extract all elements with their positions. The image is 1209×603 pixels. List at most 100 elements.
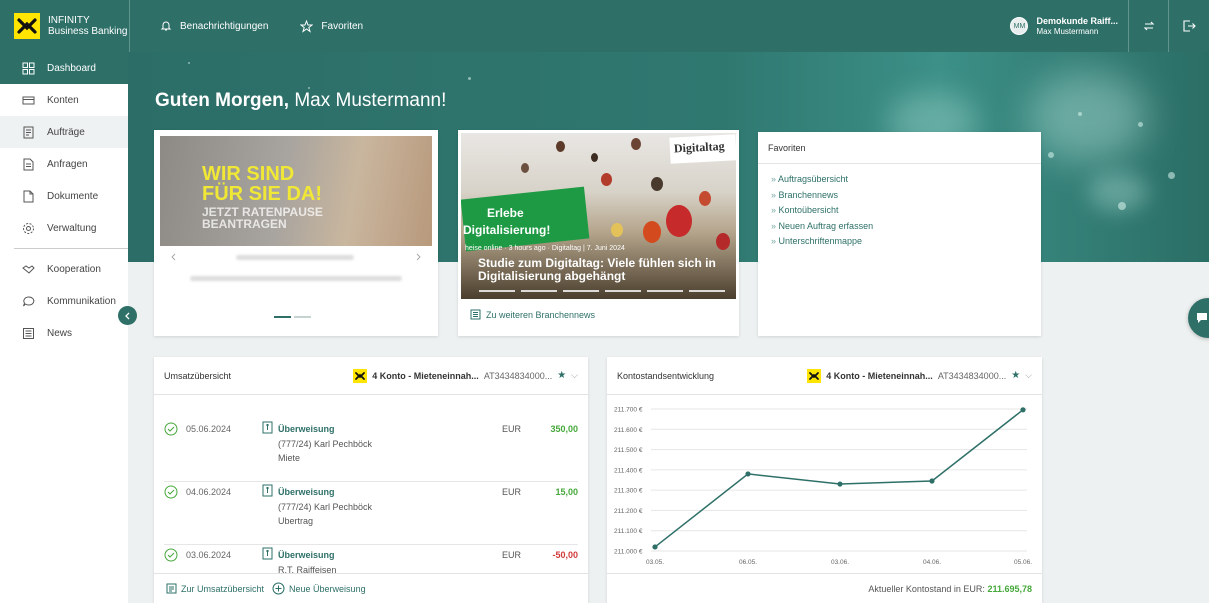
account-selector[interactable]: 4 Konto - Mieteneinnah... AT3434834000..… — [353, 368, 578, 383]
check-circle-icon — [164, 422, 178, 436]
favorites-link[interactable]: Favoriten — [300, 19, 363, 33]
data-point[interactable] — [745, 471, 751, 477]
carousel-next-icon[interactable] — [414, 252, 422, 262]
carousel-dots[interactable] — [274, 316, 311, 318]
sidebar-item-kooperation[interactable]: Kooperation — [0, 253, 128, 285]
promo-line1: WIR SIND — [202, 163, 295, 185]
carousel-dot[interactable] — [274, 316, 291, 318]
favorite-link[interactable]: Branchennews — [771, 188, 1041, 204]
tx-description: (777/24) Karl Pechböck — [278, 439, 373, 449]
user-menu[interactable]: MM Demokunde Raiff... Max Mustermann — [1010, 0, 1129, 52]
account-selector[interactable]: 4 Konto - Mieteneinnah... AT3434834000..… — [807, 368, 1032, 383]
list-icon — [166, 583, 177, 594]
chevron-down-icon[interactable]: ⌵ — [571, 370, 578, 381]
sidebar-collapse-button[interactable] — [118, 306, 137, 325]
x-tick-label: 05.06. — [1014, 559, 1032, 566]
news-meta: heise online · 3 hours ago · Digitaltag … — [465, 245, 625, 252]
sidebar-item-anfragen[interactable]: Anfragen — [0, 148, 128, 180]
star-icon[interactable]: ★ — [557, 370, 566, 381]
brand-line1: INFINITY — [48, 15, 90, 26]
check-circle-icon — [164, 548, 178, 562]
x-tick-label: 04.06. — [923, 559, 941, 566]
tx-description: (777/24) Karl Pechböck — [278, 502, 373, 512]
star-icon[interactable]: ★ — [1011, 370, 1020, 381]
news-title[interactable]: Studie zum Digitaltag: Viele fühlen sich… — [478, 257, 728, 283]
promo-image[interactable]: WIR SIND FÜR SIE DA! JETZT RATENPAUSE BE… — [160, 136, 432, 246]
banner-line2: Digitalisierung! — [463, 223, 551, 237]
favorite-link[interactable]: Auftragsübersicht — [771, 172, 1041, 188]
promo-line2: FÜR SIE DA! — [202, 183, 322, 205]
data-point[interactable] — [837, 481, 843, 487]
tx-currency: EUR — [502, 424, 522, 434]
favorite-link[interactable]: Neuen Auftrag erfassen — [771, 219, 1041, 235]
favorite-link[interactable]: Unterschriftenmappe — [771, 234, 1041, 250]
sidebar-item-label: Dokumente — [47, 190, 99, 202]
more-news-link[interactable]: Zu weiteren Branchennews — [470, 309, 595, 320]
bell-icon — [160, 21, 172, 31]
data-point[interactable] — [1020, 407, 1026, 413]
chat-button[interactable] — [1188, 298, 1209, 338]
raiffeisen-logo-icon — [807, 368, 822, 383]
carousel-prev-icon[interactable] — [170, 252, 178, 262]
y-tick-label: 211.400 € — [614, 467, 643, 474]
check-circle-icon — [164, 485, 178, 499]
favorites-card: Favoriten Auftragsübersicht Branchennews… — [758, 132, 1041, 336]
new-transfer-link[interactable]: Neue Überweisung — [272, 582, 366, 595]
sidebar-item-label: Kooperation — [47, 263, 101, 275]
news-card[interactable]: Digitaltag Erlebe Digitalisierung! heise… — [458, 130, 739, 336]
sidebar-item-news[interactable]: News — [0, 317, 128, 349]
tx-currency: EUR — [502, 487, 522, 497]
brand[interactable]: INFINITY Business Banking — [0, 0, 130, 52]
chat-icon — [23, 295, 35, 306]
sidebar-item-dashboard[interactable]: Dashboard — [0, 52, 128, 84]
carousel-dot[interactable] — [294, 316, 311, 318]
y-tick-label: 211.000 € — [614, 549, 643, 556]
sidebar-item-dokumente[interactable]: Dokumente — [0, 180, 128, 212]
tx-type: Überweisung — [278, 550, 335, 560]
account-name: 4 Konto - Mieteneinnah... — [372, 370, 479, 381]
logout-icon — [1183, 20, 1196, 32]
data-point[interactable] — [929, 478, 935, 484]
balance-chart: 211.000 € 211.100 € 211.200 € 211.300 € 211.… — [614, 407, 1032, 567]
transactions-overview-link[interactable]: Zur Umsatzübersicht — [166, 583, 264, 594]
news-age: 3 hours ago — [508, 245, 546, 252]
greeting-name: Max Mustermann! — [294, 90, 447, 111]
notifications-link[interactable]: Benachrichtigungen — [160, 20, 268, 32]
tx-date: 04.06.2024 — [186, 487, 232, 497]
current-balance-label: Aktueller Kontostand in EUR: — [868, 584, 985, 594]
sidebar-item-auftraege[interactable]: Aufträge — [0, 116, 128, 148]
sidebar-item-kommunikation[interactable]: Kommunikation — [0, 285, 128, 317]
chevron-down-icon[interactable]: ⌵ — [1025, 370, 1032, 381]
table-row[interactable]: 04.06.2024 Überweisung (777/24) Karl Pec… — [164, 482, 578, 545]
logout-button[interactable] — [1169, 0, 1209, 52]
sidebar-item-verwaltung[interactable]: Verwaltung — [0, 212, 128, 244]
star-outline-icon — [300, 19, 314, 33]
switch-button[interactable] — [1129, 0, 1169, 52]
favorites-title: Favoriten — [758, 132, 1041, 164]
plus-circle-icon — [272, 582, 285, 595]
news-date: Digitaltag | 7. Juni 2024 — [551, 245, 625, 252]
blurred-text — [190, 276, 402, 281]
banner-line1: Erlebe — [487, 206, 524, 220]
transactions-footer: Zur Umsatzübersicht Neue Überweisung — [154, 573, 588, 603]
digitaltag-logo: Digitaltag — [669, 134, 736, 164]
balance-line — [654, 409, 1024, 548]
favorite-link[interactable]: Kontoübersicht — [771, 203, 1041, 219]
tx-type: Überweisung — [278, 487, 335, 497]
tx-amount: 15,00 — [555, 487, 578, 497]
sidebar-item-label: Konten — [47, 94, 79, 106]
x-tick-label: 03.06. — [831, 559, 849, 566]
news-image[interactable]: Digitaltag Erlebe Digitalisierung! heise… — [461, 133, 736, 299]
sidebar-item-konten[interactable]: Konten — [0, 84, 128, 116]
raiffeisen-logo-icon — [14, 13, 40, 39]
top-bar: INFINITY Business Banking Benachrichtigu… — [0, 0, 1209, 52]
tx-type: Überweisung — [278, 424, 335, 434]
data-point[interactable] — [652, 544, 658, 550]
promo-card[interactable]: WIR SIND FÜR SIE DA! JETZT RATENPAUSE BE… — [154, 130, 438, 336]
y-tick-label: 211.300 € — [614, 488, 643, 495]
transfer-icon — [262, 484, 273, 497]
table-row[interactable]: 05.06.2024 Überweisung (777/24) Karl Pec… — [164, 419, 578, 482]
account-iban: AT3434834000... — [937, 370, 1007, 381]
tx-date: 03.06.2024 — [186, 550, 232, 560]
green-banner — [461, 186, 590, 252]
